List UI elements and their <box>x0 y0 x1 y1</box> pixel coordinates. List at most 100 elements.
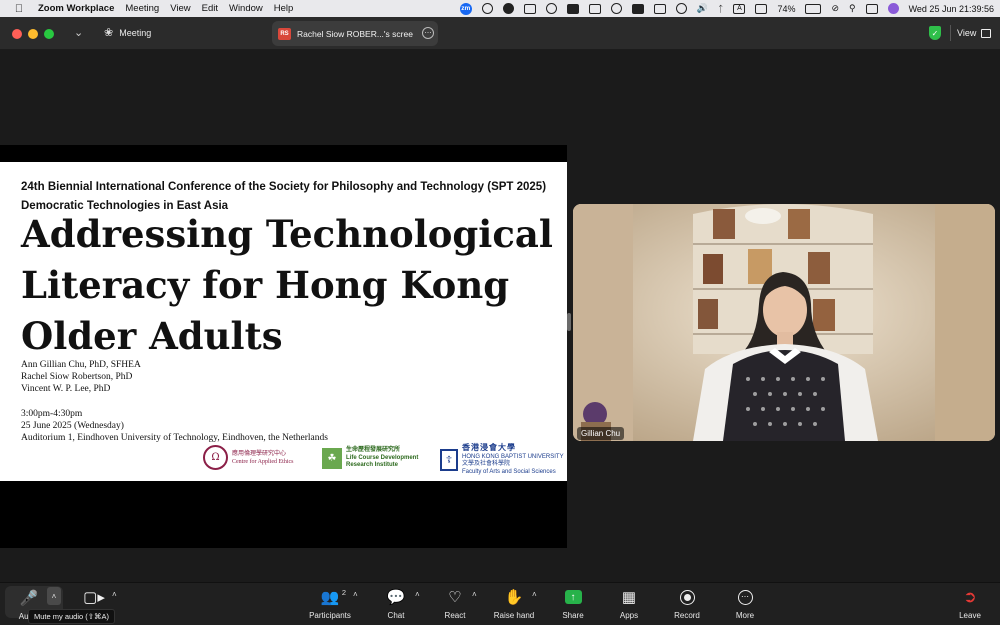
status-area: zm 🔊 ᛏ A 74% ⊘ ⚲ Wed 25 Jun 21:39:56 <box>459 0 994 17</box>
logo-2-en1: Life Course Development <box>346 454 419 461</box>
participants-options-caret[interactable]: ˄ <box>353 590 358 599</box>
view-button[interactable]: View <box>950 25 992 41</box>
video-camera-icon: ▢▸ ˄ <box>83 589 117 606</box>
leave-door-icon: ➲ <box>963 589 977 606</box>
control-center-icon[interactable] <box>865 3 878 14</box>
video-button[interactable]: ▢▸ ˄ <box>64 585 124 609</box>
participants-icon: 👥 2 ˄ <box>320 588 358 606</box>
dropbox-icon[interactable] <box>523 3 536 14</box>
apple-icon[interactable]:  <box>12 3 26 15</box>
menu-window[interactable]: Window <box>229 3 263 14</box>
grid-view-icon <box>981 28 992 38</box>
raise-hand-label: Raise hand <box>493 611 535 620</box>
keyboard-icon[interactable] <box>653 3 666 14</box>
volume-icon[interactable]: 🔊 <box>697 3 708 14</box>
menu-help[interactable]: Help <box>274 3 294 14</box>
heart-icon: ♡ ˄ <box>448 589 477 606</box>
share-screen-icon: ↑ <box>564 590 582 604</box>
record-label: Record <box>674 611 700 620</box>
react-options-caret[interactable]: ˄ <box>472 590 477 599</box>
tab-meeting[interactable]: ❀ Meeting <box>104 26 151 39</box>
participants-label: Participants <box>309 611 351 620</box>
time-machine-icon[interactable] <box>675 3 687 14</box>
raise-hand-icon: ✋ ˄ <box>504 589 537 606</box>
audio-options-caret[interactable]: ˄ <box>47 587 61 605</box>
more-button[interactable]: ⋯ More <box>715 585 775 620</box>
participant-video[interactable] <box>573 204 995 441</box>
presentation-slide: 24th Biennial International Conference o… <box>0 162 567 481</box>
siri-icon[interactable] <box>887 3 899 14</box>
logo-2-text: 生命歷程發展研究所 Life Course Development Resear… <box>346 447 418 470</box>
slide-title-line-1: Addressing Technological <box>21 212 553 256</box>
search-icon[interactable]: ⚲ <box>849 3 856 14</box>
chat-label: Chat <box>387 611 405 620</box>
battery-icon[interactable] <box>805 3 822 14</box>
tab-screen-share[interactable]: RS Rachel Siow ROBER...'s scree ⋯ <box>272 21 438 46</box>
security-shield-icon[interactable]: ✓ <box>929 26 941 40</box>
raise-hand-options-caret[interactable]: ˄ <box>532 590 537 599</box>
display-icon[interactable] <box>755 3 768 14</box>
react-label: React <box>444 611 466 620</box>
menu-meeting[interactable]: Meeting <box>125 3 159 14</box>
share-icon-wrap: ↑ <box>543 585 603 609</box>
logo-3-en: HONG KONG BAPTIST UNIVERSITY <box>462 453 564 460</box>
split-resize-handle[interactable] <box>567 313 571 331</box>
minimize-window-button[interactable] <box>28 29 38 39</box>
session-details: 3:00pm-4:30pm 25 June 2025 (Wednesday) A… <box>21 408 328 444</box>
apps-label: Apps <box>619 611 639 620</box>
chevron-down-icon[interactable]: ⌄ <box>74 26 83 39</box>
raise-hand-button[interactable]: ✋ ˄ Raise hand <box>484 585 544 620</box>
video-options-caret[interactable]: ˄ <box>112 590 117 599</box>
clock[interactable]: Wed 25 Jun 21:39:56 <box>909 4 994 14</box>
applied-ethics-logo-icon: Ω <box>203 445 228 470</box>
author-3: Vincent W. P. Lee, PhD <box>21 384 111 394</box>
maximize-window-button[interactable] <box>44 29 54 39</box>
participants-count: 2 <box>341 588 346 597</box>
malwarebytes-icon[interactable] <box>610 3 622 14</box>
more-label: More <box>735 611 755 620</box>
logo-centre-applied-ethics: Ω 應用倫理學研究中心 Centre for Applied Ethics <box>203 445 294 470</box>
leave-button[interactable]: ➲ Leave <box>940 585 1000 620</box>
menu-edit[interactable]: Edit <box>202 3 218 14</box>
slide-title-line-3: Older Adults <box>21 314 283 358</box>
menu-app-name[interactable]: Zoom Workplace <box>38 3 114 14</box>
apps-button[interactable]: ▦ Apps <box>599 585 659 620</box>
record-button[interactable]: Record <box>657 585 717 620</box>
screen-record-icon[interactable] <box>566 3 579 14</box>
presenter-avatar: RS <box>278 27 291 40</box>
logo-2-en2: Research Institute <box>346 462 399 468</box>
life-course-logo-icon: ☘ <box>322 447 342 469</box>
tab-more-icon[interactable]: ⋯ <box>422 27 434 39</box>
logo-3-sub-zh: 文學及社會科學院 <box>462 461 511 467</box>
chat-button[interactable]: 💬 ˄ Chat <box>366 585 426 620</box>
author-1: Ann Gillian Chu, PhD, SFHEA <box>21 360 141 370</box>
more-icon-wrap: ⋯ <box>715 585 775 609</box>
share-button[interactable]: ↑ Share <box>543 585 603 620</box>
battery-percent[interactable]: 74% <box>777 4 795 14</box>
chat-options-caret[interactable]: ˄ <box>415 590 420 599</box>
notes-icon[interactable] <box>588 3 601 14</box>
bluetooth-icon[interactable]: ᛏ <box>718 4 723 14</box>
session-venue: Auditorium 1, Eindhoven University of Te… <box>21 433 328 443</box>
react-button[interactable]: ♡ ˄ React <box>425 585 485 620</box>
sponsor-logos: Ω 應用倫理學研究中心 Centre for Applied Ethics ☘ … <box>200 444 565 476</box>
menu-view[interactable]: View <box>170 3 190 14</box>
input-source-icon[interactable]: A <box>733 3 746 14</box>
wifi-off-icon[interactable]: ⊘ <box>831 3 839 14</box>
macos-menubar:  Zoom Workplace Meeting View Edit Windo… <box>0 0 1000 17</box>
grid-app-icon[interactable] <box>631 3 644 14</box>
close-window-button[interactable] <box>12 29 22 39</box>
participants-button[interactable]: 👥 2 ˄ Participants <box>300 585 360 620</box>
cloud-icon[interactable] <box>481 3 493 14</box>
conference-line-1: 24th Biennial International Conference o… <box>21 181 547 193</box>
grammarly-icon[interactable] <box>502 3 514 14</box>
zoom-status-icon[interactable]: zm <box>459 2 472 15</box>
author-list: Ann Gillian Chu, PhD, SFHEA Rachel Siow … <box>21 359 141 395</box>
logo-3-text: 香港浸會大學 HONG KONG BAPTIST UNIVERSITY 文學及社… <box>462 444 564 476</box>
hkbu-crest-icon: ☦ <box>440 449 458 471</box>
tab-screen-share-label: Rachel Siow ROBER...'s scree <box>297 28 413 39</box>
record-icon-wrap <box>657 585 717 609</box>
icloud-icon[interactable] <box>545 3 557 14</box>
session-date: 25 June 2025 (Wednesday) <box>21 421 124 431</box>
leave-icon-wrap: ➲ <box>940 585 1000 609</box>
